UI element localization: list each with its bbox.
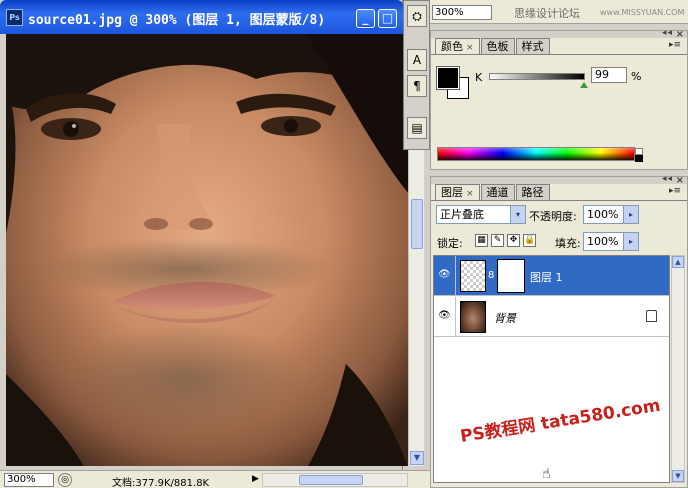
- document-title-bar[interactable]: Ps source01.jpg @ 300% (图层 1, 图层蒙版/8) _ …: [0, 0, 403, 34]
- panel-grip-dots: ◂◂: [661, 174, 673, 184]
- layers-scrollbar[interactable]: ▲ ▼: [671, 255, 685, 483]
- panel-menu-icon[interactable]: ▸≡: [669, 40, 681, 50]
- scroll-down-icon[interactable]: ▼: [672, 470, 684, 482]
- white-swatch[interactable]: [635, 148, 643, 155]
- layer-thumbnail[interactable]: [460, 260, 486, 292]
- k-unit-label: %: [631, 70, 642, 83]
- image-canvas[interactable]: [6, 34, 409, 466]
- foreground-color-swatch[interactable]: [436, 66, 460, 90]
- color-panel: ◂◂ × 颜色 × 色板 样式 ▸≡ K 99 %: [430, 28, 688, 170]
- minimize-button[interactable]: _: [356, 9, 375, 28]
- fill-arrow-icon[interactable]: ▸: [623, 233, 638, 250]
- blend-mode-value: 正片叠底: [440, 208, 484, 221]
- color-spectrum-bar[interactable]: [437, 147, 643, 162]
- portrait-photo: [6, 34, 409, 466]
- lock-label: 锁定:: [437, 237, 463, 250]
- black-white-swatches[interactable]: [635, 148, 643, 162]
- spectrum-shading: [438, 148, 634, 160]
- tab-layers-label: 图层: [441, 186, 463, 199]
- panel-grip[interactable]: ◂◂ ×: [431, 28, 687, 40]
- lock-transparent-icon[interactable]: ▦: [475, 234, 488, 247]
- tab-close-icon[interactable]: ×: [466, 43, 474, 53]
- k-channel-slider[interactable]: [489, 73, 585, 80]
- black-swatch[interactable]: [635, 155, 643, 162]
- tool-preset-icon[interactable]: ⛭: [407, 5, 427, 27]
- tab-paths[interactable]: 路径: [515, 184, 550, 200]
- layer-lock-icon: [646, 310, 657, 322]
- navigator-icon[interactable]: ◎: [58, 473, 72, 487]
- tab-swatches-label: 色板: [486, 40, 509, 53]
- opacity-label: 不透明度:: [529, 210, 577, 223]
- scroll-down-icon[interactable]: ▼: [410, 451, 424, 465]
- layer-list: 👁 8 图层 1 👁 背景: [433, 255, 670, 483]
- color-panel-body: K 99 %: [431, 54, 687, 169]
- layer-row-layer1[interactable]: 👁 8 图层 1: [434, 256, 669, 296]
- opacity-value: 100%: [587, 208, 619, 221]
- blend-mode-select[interactable]: 正片叠底 ▾: [436, 205, 526, 224]
- layer-name[interactable]: 背景: [494, 310, 516, 326]
- maximize-button[interactable]: □: [378, 9, 397, 28]
- panel-grip-dots: ◂◂: [661, 28, 673, 38]
- photoshop-workspace: Ps source01.jpg @ 300% (图层 1, 图层蒙版/8) _ …: [0, 0, 688, 488]
- panel-close-icon[interactable]: ×: [676, 175, 684, 186]
- notes-icon[interactable]: ▤: [407, 117, 427, 139]
- row-divider: [455, 256, 456, 296]
- vertical-scroll-thumb[interactable]: [411, 199, 423, 249]
- panel-dock-strip: ⛭ A ¶ ▤: [403, 0, 430, 150]
- character-icon[interactable]: A: [407, 49, 427, 71]
- horizontal-scroll-thumb[interactable]: [299, 475, 363, 485]
- paragraph-icon[interactable]: ¶: [407, 75, 427, 97]
- lock-position-icon[interactable]: ✥: [507, 234, 520, 247]
- layers-panel-tabs: 图层 × 通道 路径: [435, 184, 551, 200]
- navigator-bar: 300% 思缘设计论坛 www.MISSYUAN.COM: [430, 0, 688, 24]
- tab-color[interactable]: 颜色 ×: [435, 38, 480, 54]
- background-thumbnail[interactable]: [460, 301, 486, 333]
- document-size-info: 文档:377.9K/881.8K: [112, 478, 210, 488]
- fill-value: 100%: [587, 235, 619, 248]
- opacity-arrow-icon[interactable]: ▸: [623, 206, 638, 223]
- status-menu-arrow-icon[interactable]: ▶: [252, 474, 262, 486]
- link-chain-icon[interactable]: 8: [488, 270, 494, 281]
- foreground-background-swatch[interactable]: [436, 66, 471, 101]
- tab-styles[interactable]: 样式: [515, 38, 550, 54]
- site-watermark-text: 思缘设计论坛: [514, 7, 580, 20]
- document-window: Ps source01.jpg @ 300% (图层 1, 图层蒙版/8) _ …: [0, 0, 424, 488]
- tab-channels[interactable]: 通道: [480, 184, 515, 200]
- tab-close-icon[interactable]: ×: [466, 189, 474, 199]
- color-panel-tabs: 颜色 × 色板 样式: [435, 38, 551, 54]
- document-title: source01.jpg @ 300% (图层 1, 图层蒙版/8): [28, 13, 326, 28]
- eye-icon[interactable]: 👁: [438, 270, 452, 280]
- tab-swatches[interactable]: 色板: [480, 38, 515, 54]
- tab-channels-label: 通道: [486, 186, 509, 199]
- tab-styles-label: 样式: [521, 40, 544, 53]
- layer-row-background[interactable]: 👁 背景: [434, 297, 669, 337]
- tab-paths-label: 路径: [521, 186, 544, 199]
- k-channel-label: K: [475, 71, 483, 84]
- document-status-bar: 300% ◎ 文档:377.9K/881.8K ▶: [0, 470, 430, 488]
- panel-close-icon[interactable]: ×: [676, 29, 684, 40]
- horizontal-scrollbar[interactable]: [262, 473, 408, 487]
- panel-grip[interactable]: ◂◂ ×: [431, 174, 687, 186]
- row-divider: [455, 297, 456, 337]
- site-watermark-url: www.MISSYUAN.COM: [600, 8, 685, 17]
- layer-mask-thumbnail[interactable]: [497, 259, 525, 293]
- k-slider-marker-icon[interactable]: [580, 82, 589, 88]
- eye-icon[interactable]: 👁: [438, 311, 452, 321]
- tab-layers[interactable]: 图层 ×: [435, 184, 480, 200]
- k-value-field[interactable]: 99: [591, 67, 627, 83]
- opacity-field[interactable]: 100% ▸: [583, 205, 639, 224]
- layer-name[interactable]: 图层 1: [530, 269, 563, 285]
- zoom-level-field[interactable]: 300%: [4, 473, 54, 487]
- panel-menu-icon[interactable]: ▸≡: [669, 186, 681, 196]
- scroll-up-icon[interactable]: ▲: [672, 256, 684, 268]
- hand-cursor-icon: ☝: [542, 466, 551, 482]
- fill-field[interactable]: 100% ▸: [583, 232, 639, 251]
- lock-all-icon[interactable]: 🔒: [523, 234, 536, 247]
- lock-image-icon[interactable]: ✎: [491, 234, 504, 247]
- chevron-down-icon[interactable]: ▾: [510, 206, 525, 223]
- tab-color-label: 颜色: [441, 40, 463, 53]
- fill-label: 填充:: [555, 237, 581, 250]
- navigator-zoom-field[interactable]: 300%: [432, 5, 492, 20]
- photoshop-app-icon: Ps: [6, 9, 23, 26]
